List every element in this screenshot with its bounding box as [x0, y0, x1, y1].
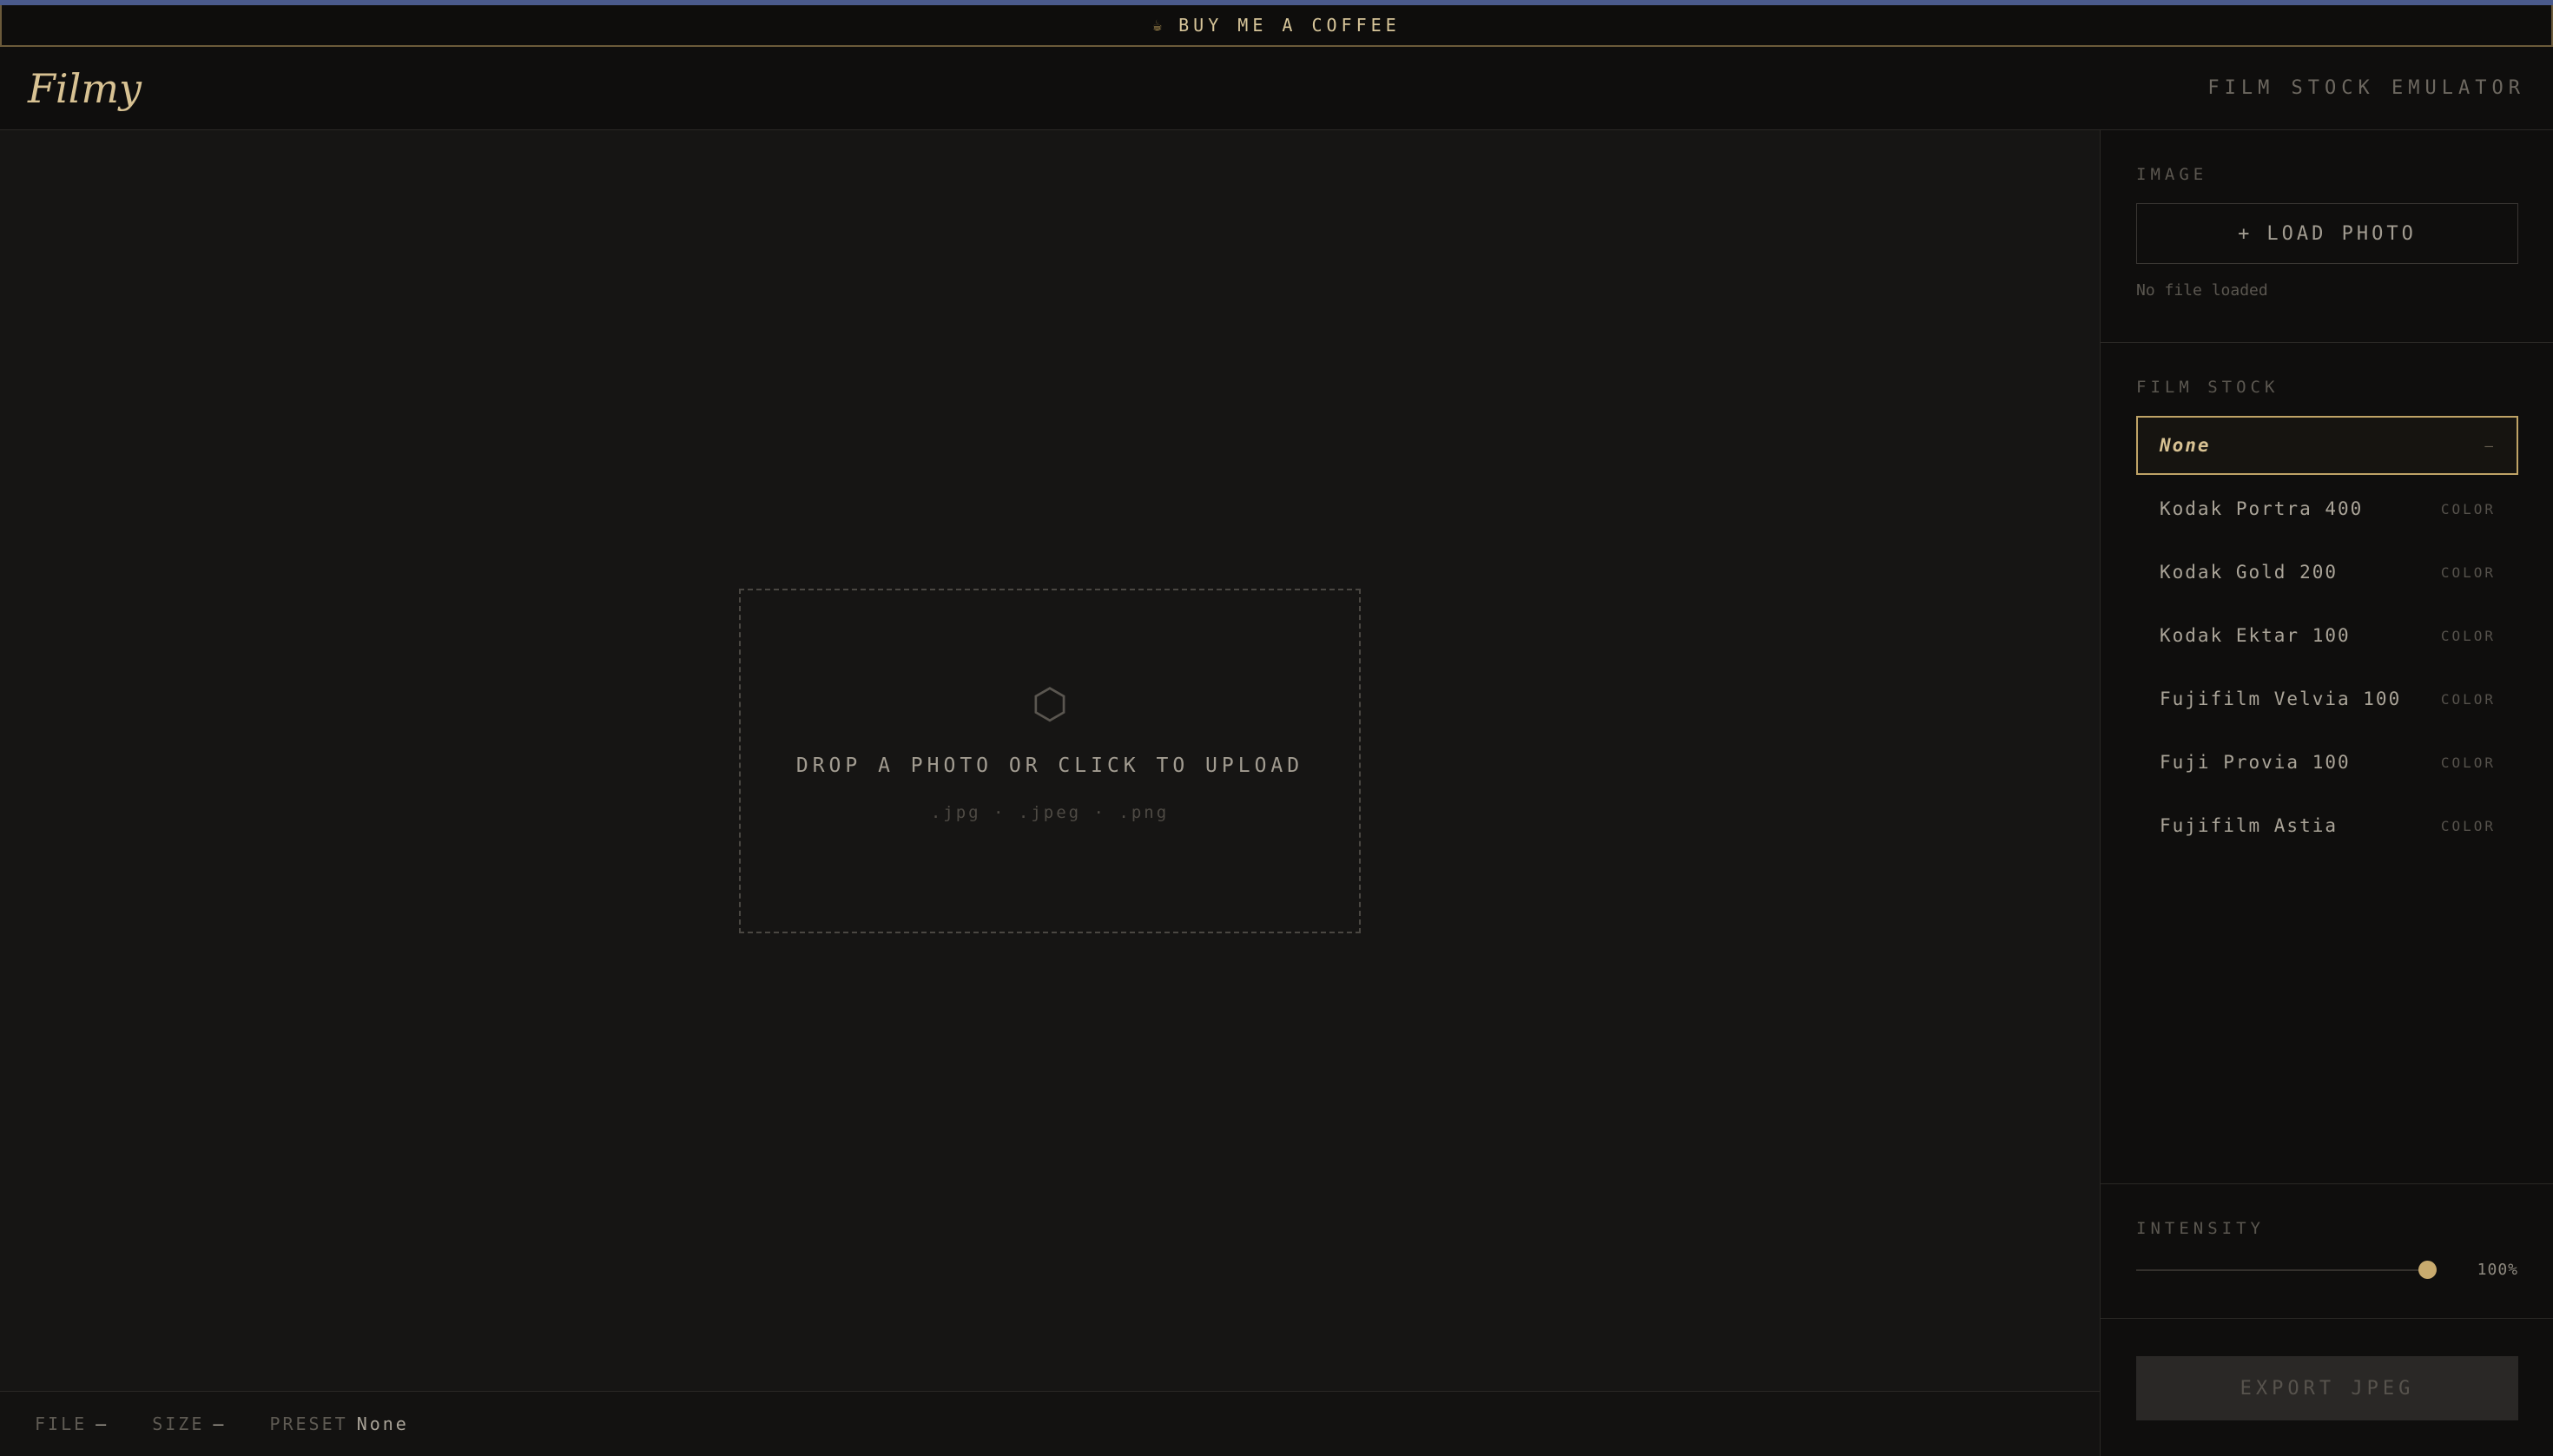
- film-item-type: COLOR: [2440, 754, 2496, 771]
- film-item-name: Kodak Gold 200: [2160, 562, 2339, 583]
- film-item-name: Fujifilm Velvia 100: [2160, 688, 2402, 709]
- film-item-kodak-gold-200[interactable]: Kodak Gold 200 COLOR: [2136, 543, 2518, 602]
- film-stock-label: FILM STOCK: [2136, 378, 2279, 397]
- intensity-label: INTENSITY: [2136, 1219, 2265, 1238]
- film-item-name: Kodak Ektar 100: [2160, 625, 2351, 646]
- film-item-name: Fujifilm Astia: [2160, 815, 2339, 836]
- film-item-type: COLOR: [2440, 690, 2496, 708]
- status-file: FILE —: [35, 1413, 109, 1434]
- film-item-name: Fuji Provia 100: [2160, 752, 2351, 773]
- film-item-type: COLOR: [2440, 563, 2496, 581]
- intensity-slider[interactable]: [2136, 1260, 2437, 1279]
- buy-me-a-coffee-banner[interactable]: ☕ BUY ME A COFFEE: [0, 5, 2553, 47]
- film-item-fuji-provia-100[interactable]: Fuji Provia 100 COLOR: [2136, 733, 2518, 792]
- film-item-kodak-ektar-100[interactable]: Kodak Ektar 100 COLOR: [2136, 606, 2518, 665]
- load-photo-label: LOAD PHOTO: [2266, 222, 2417, 245]
- dropzone-formats: .jpg · .jpeg · .png: [930, 802, 1170, 822]
- hexagon-icon: ⬡: [1032, 679, 1068, 728]
- file-status-text: No file loaded: [2136, 281, 2268, 300]
- film-item-type: COLOR: [2440, 500, 2496, 517]
- image-section-label: IMAGE: [2136, 165, 2208, 184]
- photo-dropzone[interactable]: ⬡ DROP A PHOTO OR CLICK TO UPLOAD .jpg ·…: [739, 589, 1361, 933]
- status-bar: FILE — SIZE — PRESET None: [0, 1391, 2100, 1456]
- coffee-banner-label: BUY ME A COFFEE: [1178, 15, 1401, 36]
- film-item-kodak-portra-400[interactable]: Kodak Portra 400 COLOR: [2136, 479, 2518, 538]
- intensity-section: INTENSITY 100%: [2101, 1183, 2553, 1319]
- film-item-type: COLOR: [2440, 817, 2496, 834]
- film-item-none[interactable]: None —: [2136, 416, 2518, 475]
- film-item-name: Kodak Portra 400: [2160, 498, 2364, 519]
- film-item-fujifilm-astia[interactable]: Fujifilm Astia COLOR: [2136, 796, 2518, 855]
- app-subtitle: FILM STOCK EMULATOR: [2207, 77, 2525, 99]
- status-size: SIZE —: [152, 1413, 227, 1434]
- film-item-type: COLOR: [2440, 627, 2496, 644]
- film-item-name: None: [2160, 435, 2211, 456]
- intensity-slider-thumb[interactable]: [2418, 1260, 2437, 1279]
- app-logo: Filmy: [28, 64, 142, 112]
- controls-sidebar: IMAGE + LOAD PHOTO No file loaded FILM S…: [2100, 130, 2553, 1456]
- plus-icon: +: [2238, 222, 2253, 245]
- image-section: IMAGE + LOAD PHOTO No file loaded: [2101, 130, 2553, 343]
- intensity-value: 100%: [2477, 1261, 2518, 1279]
- app-header: Filmy FILM STOCK EMULATOR: [0, 47, 2553, 130]
- export-jpeg-button[interactable]: EXPORT JPEG: [2136, 1356, 2518, 1420]
- film-item-type: —: [2484, 437, 2496, 454]
- film-stock-list: None — Kodak Portra 400 COLOR Kodak Gold…: [2136, 416, 2518, 855]
- coffee-cup-icon: ☕: [1152, 16, 1167, 35]
- film-stock-section: FILM STOCK None — Kodak Portra 400 COLOR…: [2101, 343, 2553, 1314]
- load-photo-button[interactable]: + LOAD PHOTO: [2136, 203, 2518, 264]
- preview-canvas: ⬡ DROP A PHOTO OR CLICK TO UPLOAD .jpg ·…: [0, 130, 2100, 1391]
- status-preset: PRESET None: [269, 1413, 409, 1434]
- film-item-fujifilm-velvia-100[interactable]: Fujifilm Velvia 100 COLOR: [2136, 669, 2518, 728]
- dropzone-title: DROP A PHOTO OR CLICK TO UPLOAD: [795, 754, 1304, 777]
- intensity-slider-row: 100%: [2136, 1260, 2518, 1279]
